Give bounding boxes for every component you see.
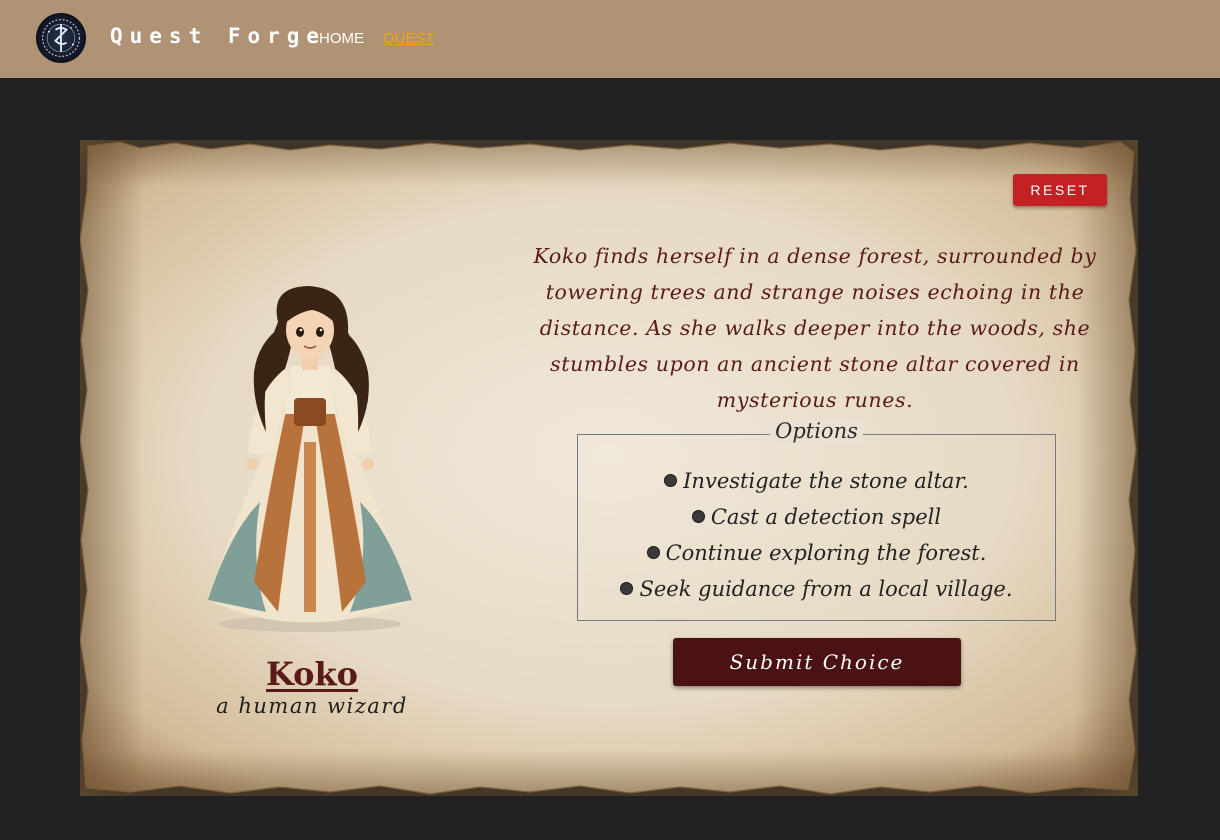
option-item[interactable]: Continue exploring the forest. <box>578 535 1055 571</box>
radio-button-icon[interactable] <box>691 510 705 523</box>
nav-link-home[interactable]: HOME <box>319 30 364 47</box>
option-label[interactable]: Seek guidance from a local village. <box>639 577 1012 601</box>
radio-button-icon[interactable] <box>664 474 678 487</box>
options-fieldset: Options Investigate the stone altar. Cas… <box>577 419 1056 621</box>
option-label[interactable]: Continue exploring the forest. <box>666 541 987 565</box>
option-label[interactable]: Cast a detection spell <box>711 505 941 529</box>
character-description: a human wizard <box>216 694 408 718</box>
options-legend: Options <box>578 419 1055 443</box>
navbar: Quest Forge HOME QUEST <box>0 0 1220 78</box>
option-label[interactable]: Investigate the stone altar. <box>683 469 969 493</box>
submit-choice-button[interactable]: Submit Choice <box>673 638 961 686</box>
options-list: Investigate the stone altar. Cast a dete… <box>578 463 1055 607</box>
nav-link-quest[interactable]: QUEST <box>383 30 435 47</box>
brand-title[interactable]: Quest Forge <box>110 24 326 48</box>
reset-button[interactable]: RESET <box>1013 174 1107 206</box>
radio-button-icon[interactable] <box>646 546 660 559</box>
radio-button-icon[interactable] <box>620 582 634 595</box>
option-item[interactable]: Seek guidance from a local village. <box>578 571 1055 607</box>
logo-icon[interactable] <box>36 13 86 63</box>
option-item[interactable]: Investigate the stone altar. <box>578 463 1055 499</box>
character-name[interactable]: Koko <box>212 655 412 693</box>
option-item[interactable]: Cast a detection spell <box>578 499 1055 535</box>
story-text: Koko finds herself in a dense forest, su… <box>533 244 1097 412</box>
options-title: Options <box>770 419 863 443</box>
character-portrait <box>200 282 420 634</box>
